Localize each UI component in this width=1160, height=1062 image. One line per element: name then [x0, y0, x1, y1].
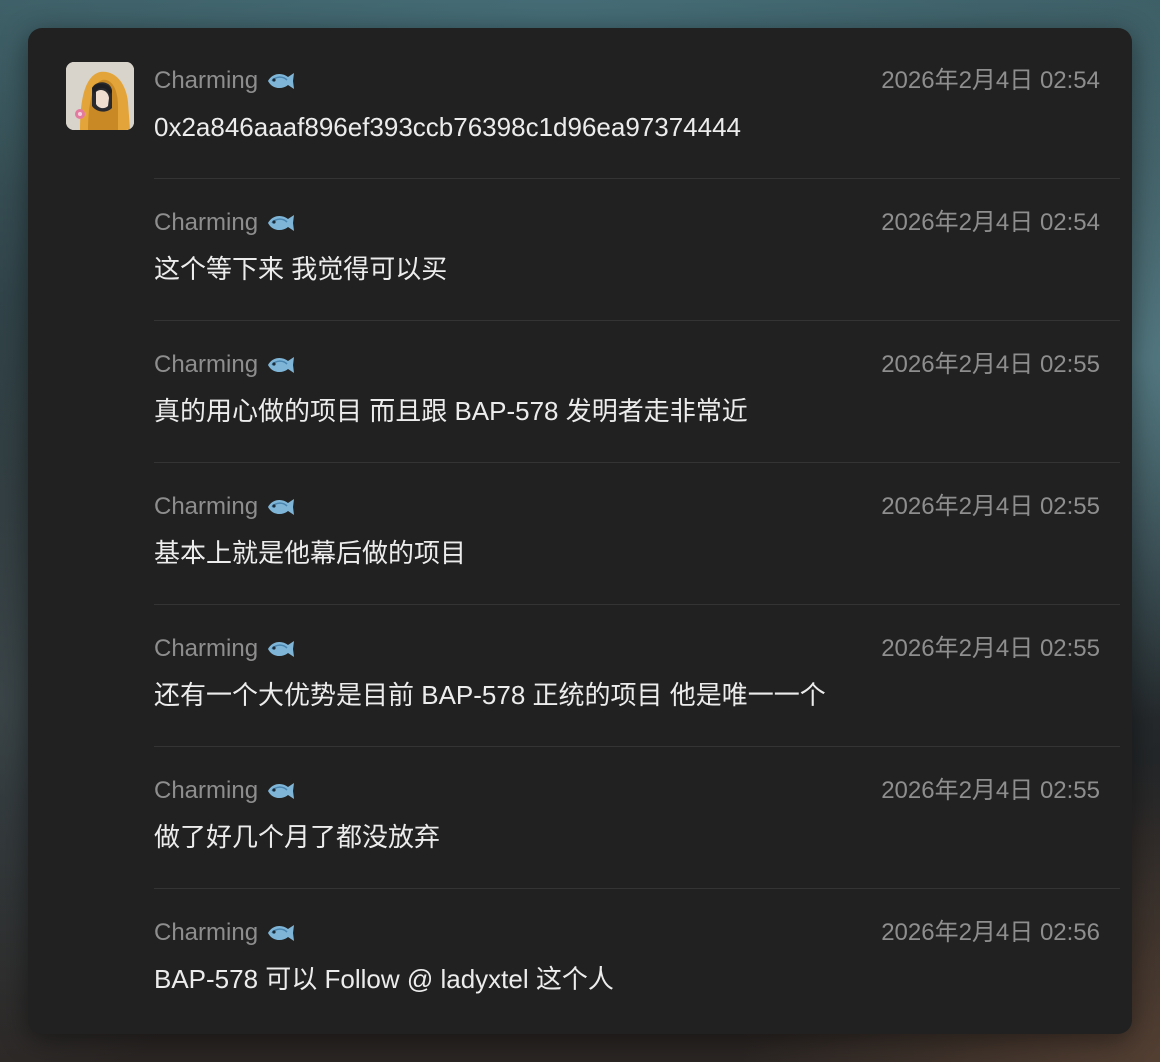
fish-icon — [268, 783, 295, 799]
author-name[interactable]: Charming — [154, 776, 258, 806]
author: Charming — [154, 492, 296, 522]
author: Charming — [154, 208, 296, 238]
message-header: Charming 2026年2月4日 02:55 — [154, 776, 1100, 806]
fish-icon — [268, 73, 295, 89]
author: Charming — [154, 776, 296, 806]
author-name[interactable]: Charming — [154, 350, 258, 380]
author-name[interactable]: Charming — [154, 66, 258, 96]
message-timestamp: 2026年2月4日 02:55 — [881, 493, 1100, 520]
author-name[interactable]: Charming — [154, 492, 258, 522]
message-text: BAP-578 可以 Follow @ ladyxtel 这个人 — [154, 964, 614, 994]
fish-icon — [268, 215, 295, 231]
message-timestamp: 2026年2月4日 02:55 — [881, 635, 1100, 662]
author-name[interactable]: Charming — [154, 208, 258, 238]
avatar-illustration — [66, 62, 134, 130]
author: Charming — [154, 918, 296, 948]
avatar[interactable] — [66, 62, 134, 130]
fish-icon — [268, 641, 295, 657]
fish-icon — [268, 925, 295, 941]
message-item: Charming 2026年2月4日 02:55 基本上就是他幕后做的项目 — [154, 462, 1120, 604]
message-item: Charming 2026年2月4日 02:55 做了好几个月了都没放弃 — [154, 746, 1120, 888]
message-item: Charming 2026年2月4日 02:56 BAP-578 可以 Foll… — [154, 888, 1120, 1030]
message-text: 真的用心做的项目 而且跟 BAP-578 发明者走非常近 — [154, 396, 748, 426]
author: Charming — [154, 66, 296, 96]
fish-icon — [268, 499, 295, 515]
author: Charming — [154, 634, 296, 664]
message-item: Charming 2026年2月4日 02:54 这个等下来 我觉得可以买 — [154, 178, 1120, 320]
message-header: Charming 2026年2月4日 02:54 — [154, 66, 1100, 96]
message-text: 还有一个大优势是目前 BAP-578 正统的项目 他是唯一一个 — [154, 680, 826, 710]
message-text: 这个等下来 我觉得可以买 — [154, 254, 448, 284]
message-timestamp: 2026年2月4日 02:56 — [881, 919, 1100, 946]
message-header: Charming 2026年2月4日 02:55 — [154, 634, 1100, 664]
message-timestamp: 2026年2月4日 02:55 — [881, 777, 1100, 804]
message-item: Charming 2026年2月4日 02:55 还有一个大优势是目前 BAP-… — [154, 604, 1120, 746]
message-text: 做了好几个月了都没放弃 — [154, 822, 441, 852]
message-header: Charming 2026年2月4日 02:54 — [154, 208, 1100, 238]
message-header: Charming 2026年2月4日 02:55 — [154, 492, 1100, 522]
message-header: Charming 2026年2月4日 02:56 — [154, 918, 1100, 948]
fish-icon — [268, 357, 295, 373]
message-timestamp: 2026年2月4日 02:54 — [881, 67, 1100, 94]
message-text: 基本上就是他幕后做的项目 — [154, 538, 467, 568]
message-header: Charming 2026年2月4日 02:55 — [154, 350, 1100, 380]
author-name[interactable]: Charming — [154, 634, 258, 664]
message-timestamp: 2026年2月4日 02:55 — [881, 351, 1100, 378]
message-text: 0x2a846aaaf896ef393ccb76398c1d96ea973744… — [154, 112, 742, 142]
message-thread-panel: Charming 2026年2月4日 02:54 0x2a846aaaf896e… — [28, 28, 1132, 1034]
author: Charming — [154, 350, 296, 380]
author-name[interactable]: Charming — [154, 918, 258, 948]
message-item: Charming 2026年2月4日 02:55 真的用心做的项目 而且跟 BA… — [154, 320, 1120, 462]
message-timestamp: 2026年2月4日 02:54 — [881, 209, 1100, 236]
